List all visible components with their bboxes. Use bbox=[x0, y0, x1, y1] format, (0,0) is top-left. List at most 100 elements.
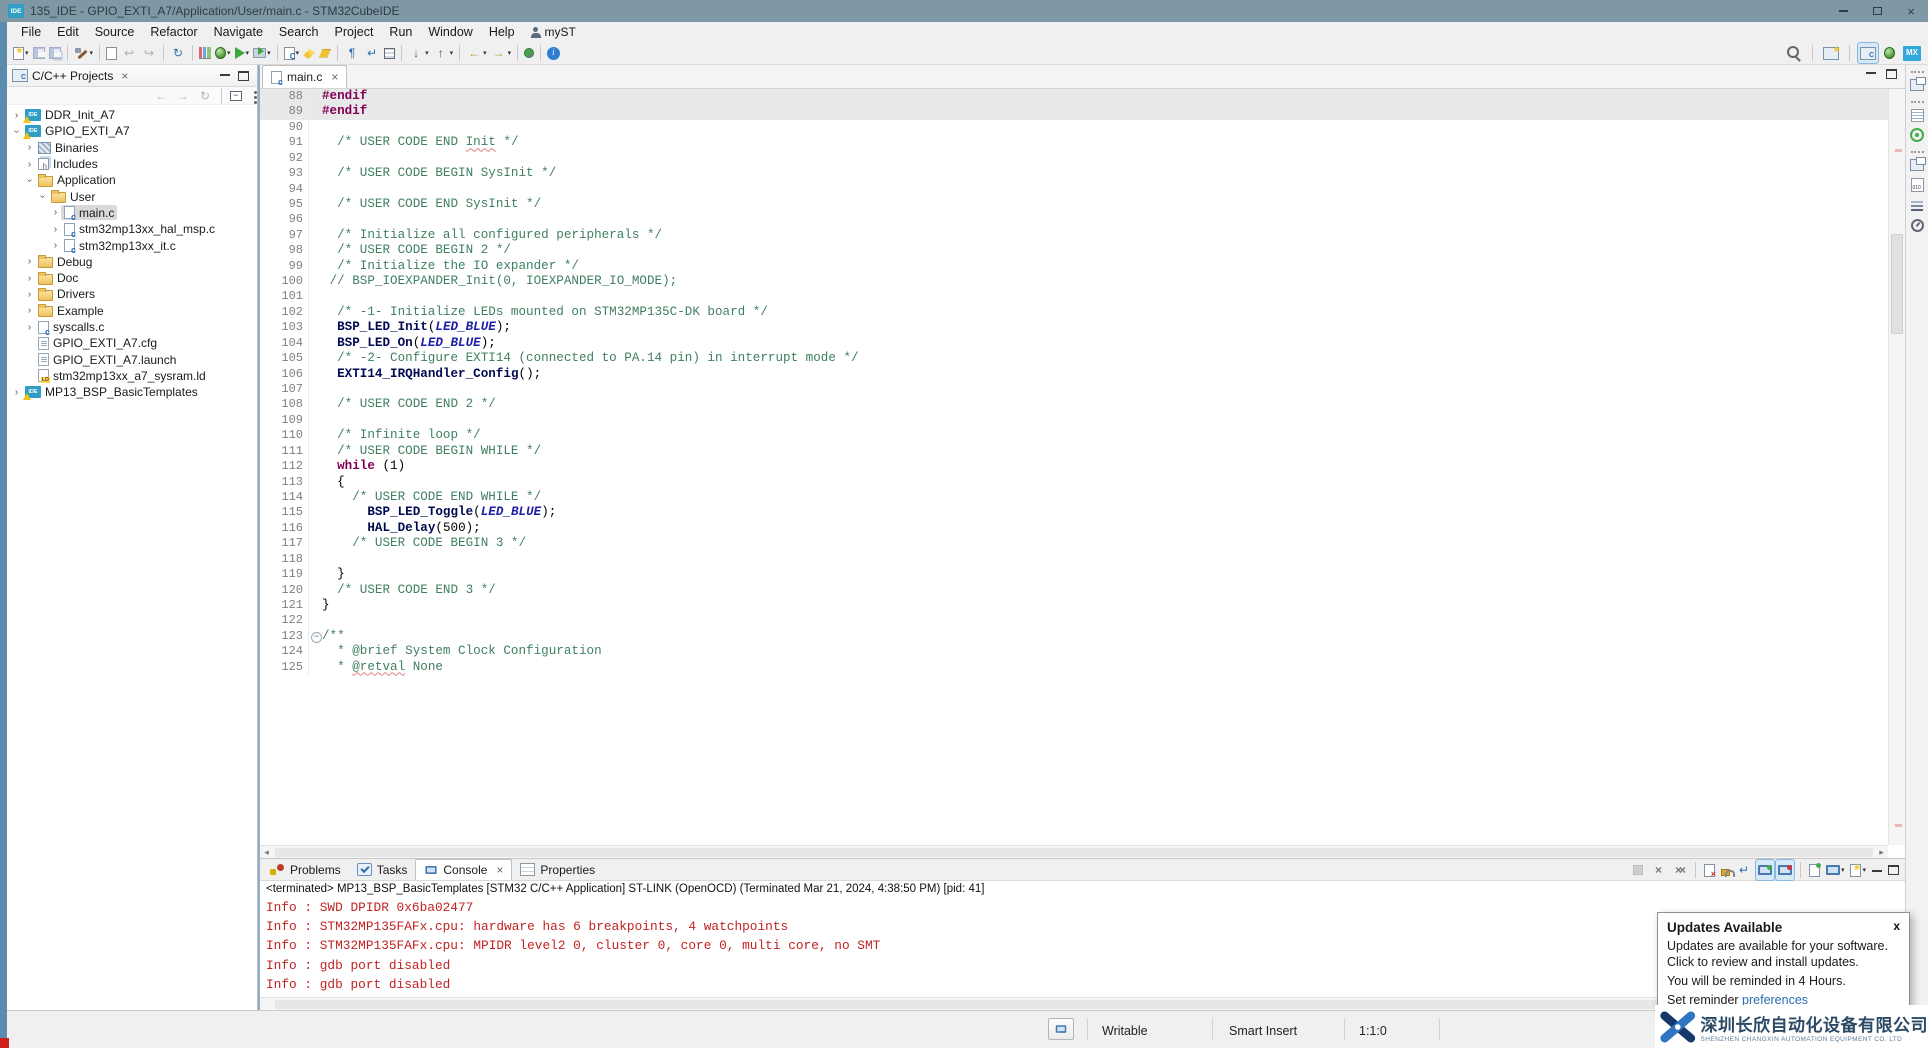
drag-handle[interactable] bbox=[1911, 151, 1924, 153]
new-cpp-icon[interactable]: ▾ bbox=[282, 43, 302, 63]
code-line-113[interactable]: 113 { bbox=[260, 475, 1888, 490]
tree-chevron-icon[interactable]: › bbox=[24, 322, 35, 333]
mx-perspective-icon[interactable]: MX bbox=[1901, 43, 1923, 63]
scroll-left-arrow-icon[interactable]: ◂ bbox=[260, 847, 273, 858]
tree-chevron-icon[interactable]: › bbox=[24, 273, 35, 284]
back-icon[interactable]: ←▾ bbox=[464, 43, 489, 63]
tree-chevron-icon[interactable]: › bbox=[11, 126, 22, 137]
restore-view-icon[interactable] bbox=[1908, 75, 1926, 95]
scroll-right-arrow-icon[interactable]: ▸ bbox=[1875, 847, 1888, 858]
next-annotation-icon[interactable]: ↓▾ bbox=[406, 43, 431, 63]
minimize-editor-icon[interactable] bbox=[1866, 72, 1876, 75]
tree-chevron-icon[interactable]: › bbox=[24, 175, 35, 186]
code-line-100[interactable]: 100 // BSP_IOEXPANDER_Init(0, IOEXPANDER… bbox=[260, 274, 1888, 289]
remove-launch-icon[interactable]: × bbox=[1647, 860, 1667, 880]
code-line-90[interactable]: 90 bbox=[260, 120, 1888, 135]
tree-chevron-icon[interactable]: › bbox=[11, 387, 22, 398]
toggle-mark-occurrences-icon[interactable] bbox=[317, 43, 333, 63]
debug-icon[interactable]: ▾ bbox=[213, 43, 233, 63]
profile-icon[interactable] bbox=[197, 43, 213, 63]
code-line-96[interactable]: 96 bbox=[260, 212, 1888, 227]
close-console-tab-icon[interactable]: × bbox=[496, 863, 503, 877]
tree-chevron-icon[interactable]: › bbox=[11, 110, 22, 121]
menu-run[interactable]: Run bbox=[381, 23, 420, 41]
info-icon[interactable] bbox=[545, 43, 562, 63]
maximize-window-button[interactable] bbox=[1860, 0, 1894, 22]
editor-vertical-scrollbar[interactable] bbox=[1888, 89, 1905, 845]
menu-project[interactable]: Project bbox=[327, 23, 382, 41]
editor-tab-main-c[interactable]: main.c × bbox=[262, 65, 347, 88]
code-line-102[interactable]: 102 /* -1- Initialize LEDs mounted on ST… bbox=[260, 305, 1888, 320]
code-line-98[interactable]: 98 /* USER CODE BEGIN 2 */ bbox=[260, 243, 1888, 258]
tree-item-gpio-exti-a7-cfg[interactable]: GPIO_EXTI_A7.cfg bbox=[7, 335, 257, 351]
code-line-124[interactable]: 124 * @brief System Clock Configuration bbox=[260, 644, 1888, 659]
tree-item-debug[interactable]: ›Debug bbox=[7, 254, 257, 270]
close-window-button[interactable]: × bbox=[1894, 0, 1928, 22]
tree-item-stm32mp13xx-hal-msp-c[interactable]: ›stm32mp13xx_hal_msp.c bbox=[7, 221, 257, 237]
tree-item-doc[interactable]: ›Doc bbox=[7, 270, 257, 286]
tree-item-gpio-exti-a7-launch[interactable]: GPIO_EXTI_A7.launch bbox=[7, 351, 257, 367]
horizontal-scrollbar-thumb[interactable] bbox=[275, 848, 1873, 857]
tree-chevron-icon[interactable]: › bbox=[24, 289, 35, 300]
overview-error-mark[interactable] bbox=[1895, 149, 1902, 152]
previous-annotation-icon[interactable]: ↑▾ bbox=[431, 43, 456, 63]
code-line-119[interactable]: 119 } bbox=[260, 567, 1888, 582]
dropdown-arrow-icon[interactable]: ▾ bbox=[267, 49, 271, 57]
close-editor-tab-icon[interactable]: × bbox=[331, 70, 338, 84]
show-whitespace-icon[interactable]: ¶ bbox=[342, 43, 362, 63]
drag-handle[interactable] bbox=[1911, 71, 1924, 73]
pin-console-icon[interactable] bbox=[1756, 860, 1774, 880]
search-icon[interactable] bbox=[1784, 43, 1804, 63]
close-projects-view-icon[interactable]: × bbox=[121, 69, 128, 83]
forward-icon[interactable]: →▾ bbox=[489, 43, 514, 63]
code-line-125[interactable]: 125 * @retval None bbox=[260, 660, 1888, 675]
tree-item-binaries[interactable]: ›Binaries bbox=[7, 140, 257, 156]
tree-item-main-c[interactable]: ›main.c bbox=[7, 205, 257, 221]
menu-file[interactable]: File bbox=[13, 23, 49, 41]
open-console-pinned-icon[interactable] bbox=[1807, 860, 1822, 880]
code-line-112[interactable]: 112 while (1) bbox=[260, 459, 1888, 474]
code-line-89[interactable]: 89#endif bbox=[260, 104, 1888, 119]
dropdown-arrow-icon[interactable]: ▾ bbox=[1841, 866, 1845, 874]
dropdown-arrow-icon[interactable]: ▾ bbox=[1862, 866, 1866, 874]
editor-horizontal-scrollbar[interactable]: ◂ ▸ bbox=[260, 845, 1888, 858]
menu-navigate[interactable]: Navigate bbox=[206, 23, 271, 41]
minimize-view-icon[interactable] bbox=[220, 74, 230, 77]
tree-chevron-icon[interactable]: › bbox=[24, 142, 35, 153]
tree-chevron-icon[interactable]: › bbox=[50, 240, 61, 251]
maximize-view-icon[interactable] bbox=[238, 71, 249, 81]
pin-editor-icon[interactable] bbox=[522, 43, 536, 63]
tree-chevron-icon[interactable]: › bbox=[24, 256, 35, 267]
menu-search[interactable]: Search bbox=[271, 23, 327, 41]
tree-chevron-icon[interactable]: › bbox=[50, 224, 61, 235]
code-line-106[interactable]: 106 EXTI14_IRQHandler_Config(); bbox=[260, 367, 1888, 382]
word-wrap-icon[interactable]: ↵ bbox=[362, 43, 382, 63]
tree-chevron-icon[interactable]: › bbox=[24, 159, 35, 170]
tree-chevron-icon[interactable]: › bbox=[50, 207, 61, 218]
menu-window[interactable]: Window bbox=[420, 23, 480, 41]
open-perspective-icon[interactable] bbox=[1821, 43, 1841, 63]
tree-item-gpio-exti-a7[interactable]: ›IDEGPIO_EXTI_A7 bbox=[7, 123, 257, 139]
view-menu-icon[interactable] bbox=[246, 86, 254, 106]
dropdown-arrow-icon[interactable]: ▾ bbox=[296, 49, 300, 57]
dropdown-arrow-icon[interactable]: ▾ bbox=[508, 49, 512, 57]
code-line-115[interactable]: 115 BSP_LED_Toggle(LED_BLUE); bbox=[260, 505, 1888, 520]
external-tools-icon[interactable]: ▾ bbox=[251, 43, 273, 63]
open-search-icon[interactable] bbox=[301, 43, 317, 63]
code-area[interactable]: 88#endif89#endif9091 /* USER CODE END In… bbox=[260, 89, 1888, 845]
dropdown-arrow-icon[interactable]: ▾ bbox=[425, 49, 429, 57]
minimize-view-icon[interactable] bbox=[1870, 860, 1884, 880]
code-line-99[interactable]: 99 /* Initialize the IO expander */ bbox=[260, 259, 1888, 274]
stack-analyzer-icon[interactable] bbox=[1909, 215, 1926, 235]
close-popup-button[interactable]: x bbox=[1893, 919, 1900, 933]
tree-item-drivers[interactable]: ›Drivers bbox=[7, 286, 257, 302]
fold-minus-icon[interactable] bbox=[308, 629, 322, 644]
overview-error-mark[interactable] bbox=[1895, 824, 1902, 827]
display-selected-console-icon[interactable]: ▾ bbox=[1824, 860, 1847, 880]
tree-chevron-icon[interactable]: › bbox=[24, 305, 35, 316]
maximize-editor-icon[interactable] bbox=[1886, 69, 1897, 79]
code-line-97[interactable]: 97 /* Initialize all configured peripher… bbox=[260, 228, 1888, 243]
tree-item-stm32mp13xx-it-c[interactable]: ›stm32mp13xx_it.c bbox=[7, 237, 257, 253]
code-line-116[interactable]: 116 HAL_Delay(500); bbox=[260, 521, 1888, 536]
code-line-121[interactable]: 121} bbox=[260, 598, 1888, 613]
